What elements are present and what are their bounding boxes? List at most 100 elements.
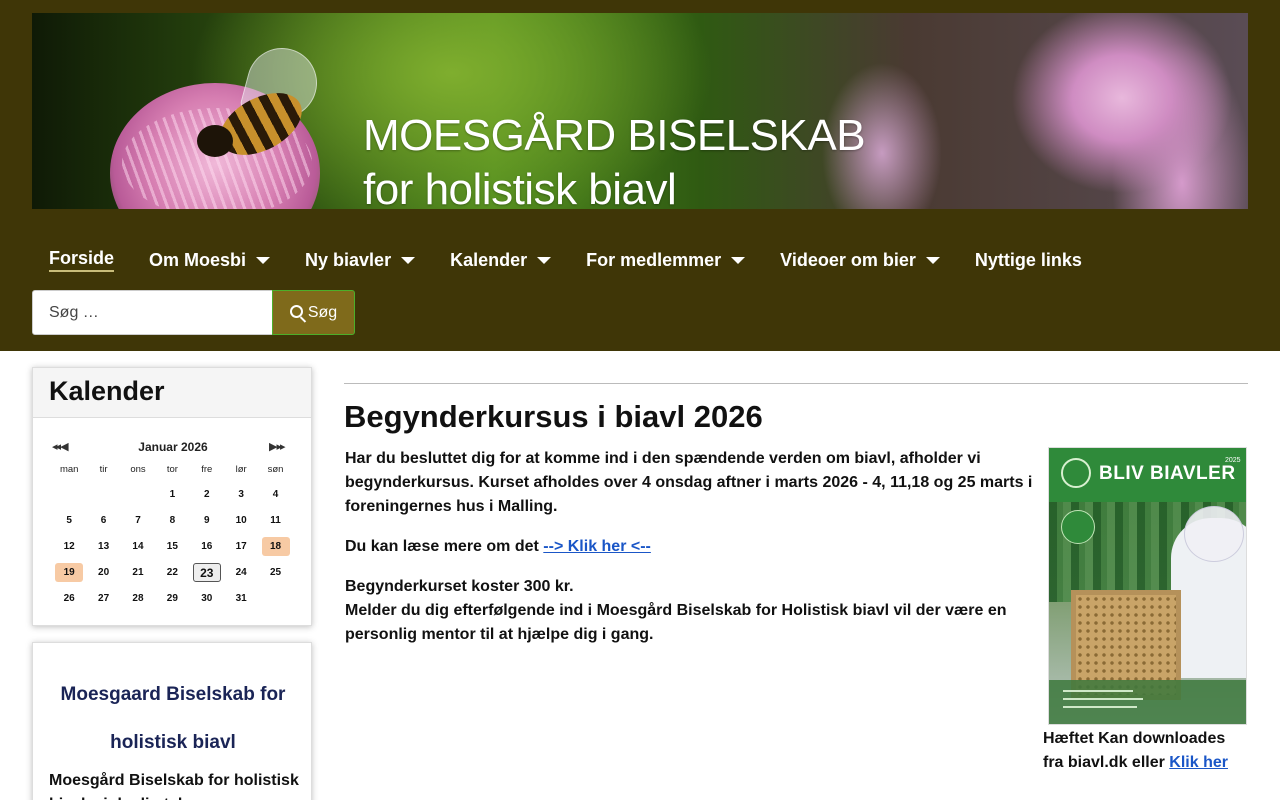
calendar-day[interactable]: 29	[155, 589, 189, 608]
calendar-day[interactable]: 14	[121, 537, 155, 556]
calendar-day[interactable]: 9	[190, 511, 224, 530]
calendar-day-label: 24	[235, 566, 247, 578]
calendar-day[interactable]: 28	[121, 589, 155, 608]
caption-link[interactable]: Klik her	[1169, 754, 1228, 771]
calendar-day[interactable]: 19	[52, 562, 86, 582]
brochure-image[interactable]: BLIV BIAVLER 2025	[1048, 447, 1247, 725]
calendar-day[interactable]: 16	[190, 537, 224, 556]
calendar-day[interactable]: 12	[52, 537, 86, 556]
calendar-day[interactable]: 27	[86, 589, 120, 608]
calendar-day[interactable]: 22	[155, 563, 189, 582]
calendar-day[interactable]: 15	[155, 537, 189, 556]
calendar-day[interactable]: 7	[121, 511, 155, 530]
nav-item-label: Nyttige links	[974, 249, 1082, 270]
about-title-line1: Moesgaard Biselskab for	[60, 684, 286, 705]
calendar-day[interactable]: 20	[86, 563, 120, 582]
calendar-day-label: 13	[98, 540, 110, 552]
calendar-day[interactable]: 24	[224, 563, 258, 582]
calendar-day[interactable]: 10	[224, 511, 258, 530]
calendar-day-label: 29	[166, 592, 178, 604]
calendar-empty-cell	[258, 587, 292, 609]
chevron-down-icon[interactable]	[256, 256, 271, 264]
nav-item-label: Om Moesbi	[149, 249, 247, 270]
calendar-day-label: 21	[132, 566, 144, 578]
calendar-heading: Kalender	[33, 368, 311, 418]
article-mentor: Melder du dig efterfølgende ind i Moesgå…	[345, 602, 1007, 643]
calendar-day[interactable]: 2	[190, 485, 224, 504]
calendar-day[interactable]: 1	[155, 485, 189, 504]
calendar-day-label: 6	[100, 514, 107, 526]
calendar-day[interactable]: 13	[86, 537, 120, 556]
about-widget-title: Moesgaard Biselskab for holistisk biavl	[33, 671, 311, 767]
weekday-label: tir	[99, 463, 108, 475]
calendar-week-row: 12 13 14 15 16 17 18	[52, 533, 293, 559]
site-title-line2: for holistisk biavl	[363, 165, 677, 209]
nav-item-ny-biavler[interactable]: Ny biavler	[305, 249, 416, 271]
calendar-day[interactable]: 18	[258, 536, 292, 556]
chevron-down-icon[interactable]	[537, 256, 552, 264]
calendar-day[interactable]: 23	[190, 562, 224, 582]
read-more-link[interactable]: --> Klik her <--	[543, 538, 651, 555]
weekday-label: søn	[267, 463, 284, 475]
calendar-day[interactable]: 26	[52, 589, 86, 608]
calendar-day[interactable]: 6	[86, 511, 120, 530]
search-icon	[289, 305, 303, 318]
calendar-day-label	[90, 483, 118, 502]
weekday-label: tor	[166, 463, 178, 475]
calendar-day[interactable]: 31	[224, 589, 258, 608]
brochure-badge-icon	[1061, 510, 1095, 544]
calendar-day-label: 26	[63, 592, 75, 604]
nav-item-forside[interactable]: Forside	[49, 248, 115, 272]
calendar-day-label: 30	[201, 592, 213, 604]
chevron-down-icon[interactable]	[401, 256, 416, 264]
calendar-day-label: 12	[63, 540, 75, 552]
calendar-day-label: 27	[98, 592, 110, 604]
search-button[interactable]: Søg	[272, 290, 355, 335]
nav-item-nyttige-links[interactable]: Nyttige links	[975, 250, 1082, 271]
calendar-day[interactable]: 5	[52, 511, 86, 530]
about-widget-body: Moesgård Biselskab for holistisk biavl –…	[49, 772, 299, 800]
calendar-day[interactable]: 3	[224, 485, 258, 504]
nav-item-om-moesbi[interactable]: Om Moesbi	[149, 249, 271, 271]
nav-item-kalender[interactable]: Kalender	[450, 250, 552, 271]
calendar-day[interactable]: 4	[258, 485, 292, 504]
nav-item-videoer-om-bier[interactable]: Videoer om bier	[780, 250, 940, 271]
site-title[interactable]: MOESGÅRD BISELSKAB for holistisk biavl	[363, 109, 866, 209]
calendar-day[interactable]: 25	[258, 563, 292, 582]
site-title-line1: MOESGÅRD BISELSKAB	[363, 111, 866, 160]
calendar-day-label	[262, 587, 290, 606]
calendar-day-label: 3	[238, 488, 244, 500]
chevron-down-icon[interactable]	[731, 256, 746, 264]
nav-item-for-medlemmer[interactable]: For medlemmer	[586, 249, 746, 271]
divider	[344, 383, 1248, 384]
calendar-day-label: 19	[55, 562, 84, 582]
article-read-more: Du kan læse mere om det --> Klik her <--	[345, 535, 1045, 559]
calendar-next-icon[interactable]: ▶ ▸▸	[269, 440, 286, 453]
calendar-day[interactable]: 21	[121, 563, 155, 582]
brochure-text-line	[1063, 706, 1137, 708]
calendar-day[interactable]: 17	[224, 537, 258, 556]
calendar-day-label: 18	[261, 536, 290, 556]
brochure-text-line	[1063, 690, 1133, 692]
calendar-day-label: 11	[270, 514, 281, 526]
nav-item-label: Videoer om bier	[780, 249, 916, 270]
calendar-day-label: 17	[235, 540, 247, 552]
nav-item-label: Ny biavler	[305, 249, 392, 270]
search-input[interactable]	[32, 290, 273, 335]
calendar-day-label: 10	[235, 514, 247, 526]
calendar-week-row: 26 27 28 29 30 31	[52, 585, 293, 611]
weekday-label: man	[59, 463, 79, 475]
calendar-day[interactable]: 11	[258, 511, 292, 530]
calendar-day[interactable]: 8	[155, 511, 189, 530]
calendar-day[interactable]: 30	[190, 589, 224, 608]
read-more-prefix: Du kan læse mere om det	[345, 538, 544, 555]
page-title: Begynderkursus i biavl 2026	[344, 399, 763, 434]
chevron-down-icon[interactable]	[925, 256, 940, 264]
calendar-day-label: 22	[166, 566, 178, 578]
calendar-empty-cell	[121, 483, 155, 505]
brochure-year: 2025	[1225, 457, 1241, 464]
brochure-text-line	[1063, 698, 1143, 700]
calendar-weekday-row: man tir ons tor fre lør søn	[52, 462, 293, 476]
calendar-day-label: 28	[132, 592, 144, 604]
nav-item-label: For medlemmer	[586, 249, 722, 270]
